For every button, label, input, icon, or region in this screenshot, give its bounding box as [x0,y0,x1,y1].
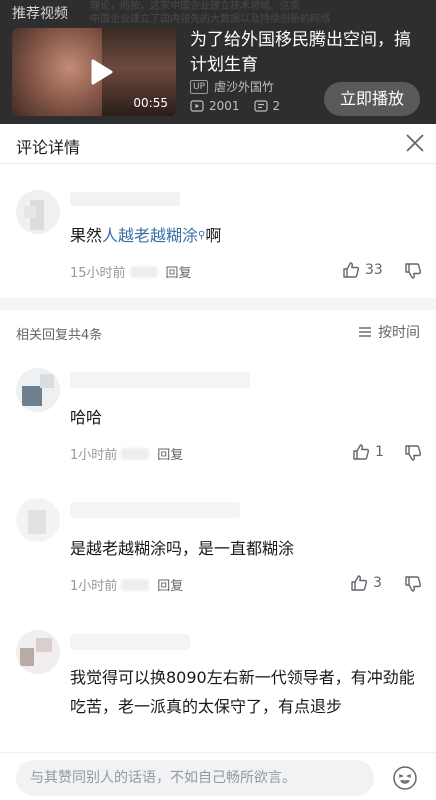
thumbs-down-icon[interactable] [404,575,422,593]
avatar[interactable] [16,368,60,412]
reply-button[interactable]: 回复 [157,575,183,594]
banner-bg-line: 中国企业建立了国内领先的大数据以及持续创新的网络 [90,14,330,25]
username-blurred[interactable] [70,372,250,388]
comment-text-part: 啊 [205,226,222,245]
close-icon[interactable] [404,132,426,154]
ip-location-blurred [129,265,158,278]
video-thumbnail[interactable]: 00:55 [12,28,176,116]
comment-meta: 15小时前 回复 [70,262,192,281]
danmaku-icon [253,100,268,112]
video-duration: 00:55 [133,96,168,110]
recommended-video-banner[interactable]: 理论，而按，这家中国企业建立技术领域。这家 中国企业建立了国内领先的大数据以及持… [0,0,436,124]
ip-location-blurred [121,578,150,591]
username-blurred[interactable] [70,502,240,518]
reply-time: 1小时前 [70,448,118,463]
avatar[interactable] [16,498,60,542]
reply-meta: 1小时前 回复 [70,444,183,463]
reply-text: 我觉得可以换8090左右新一代领导者，有冲劲能吃苦，老一派真的太保守了，有点退步 [70,668,415,716]
comment-text: 果然人越老越糊涂⚲啊 [70,221,221,250]
like-button[interactable]: 3 [350,574,382,592]
play-count-icon [190,100,204,112]
video-title[interactable]: 为了给外国移民腾出空间，搞计划生育 [190,28,426,78]
like-button[interactable]: 33 [342,261,383,279]
username-blurred[interactable] [70,634,190,650]
emoji-icon[interactable] [392,765,418,791]
page-title: 评论详情 [16,138,81,157]
reply-button[interactable]: 回复 [166,262,192,281]
thumbs-up-icon [343,262,360,278]
comment-time: 15小时前 [70,266,126,281]
comment-input[interactable] [16,760,374,796]
uploader-name: 虐沙外国竹 [214,80,275,94]
reply-text: 哈哈 [70,408,103,427]
recommended-video-label: 推荐视频 [12,6,68,22]
like-count: 33 [365,262,383,278]
danmaku-count-value: 2 [272,99,281,113]
thumbs-up-icon [353,444,370,460]
ip-location-blurred [121,447,150,460]
play-count: 2001 [190,99,240,113]
up-badge: UP [190,79,209,94]
like-count: 1 [375,444,384,460]
thumbs-up-icon [351,575,368,591]
sort-label: 按时间 [378,325,420,341]
search-keyword-link[interactable]: 人越老越糊涂 [102,226,198,245]
avatar[interactable] [16,630,60,674]
username-blurred[interactable] [70,192,180,206]
comment-input-bar [0,752,436,800]
reply-button[interactable]: 回复 [157,444,183,463]
banner-bg-line: 理论，而按，这家中国企业建立技术领域。这家 [90,1,300,12]
related-replies-bar: 相关回复共4条 按时间 [0,320,436,346]
section-divider [0,298,436,310]
comment-detail-page: 理论，而按，这家中国企业建立技术领域。这家 中国企业建立了国内领先的大数据以及持… [0,0,436,800]
reply-time: 1小时前 [70,579,118,594]
sort-icon [359,327,371,337]
avatar[interactable] [16,190,60,234]
sort-by-time-button[interactable]: 按时间 [358,322,420,342]
banner-background-text: 理论，而按，这家中国企业建立技术领域。这家 中国企业建立了国内领先的大数据以及持… [90,0,436,26]
thumbs-down-icon[interactable] [404,262,422,280]
like-count: 3 [373,575,382,591]
video-stats: 2001 2 [190,99,294,113]
related-replies-count: 相关回复共4条 [16,328,103,343]
like-button[interactable]: 1 [352,443,384,461]
reply-meta: 1小时前 回复 [70,575,183,594]
comment-text-part: 果然 [70,226,103,245]
thumbs-down-icon[interactable] [404,444,422,462]
danmaku-count: 2 [253,99,281,113]
play-icon[interactable] [82,54,118,90]
reply-text: 是越老越糊涂吗，是一直都糊涂 [70,539,295,558]
play-count-value: 2001 [209,99,240,113]
video-uploader[interactable]: UP 虐沙外国竹 [190,78,274,95]
play-now-button[interactable]: 立即播放 [324,82,420,116]
comment-detail-header: 评论详情 [0,124,436,164]
